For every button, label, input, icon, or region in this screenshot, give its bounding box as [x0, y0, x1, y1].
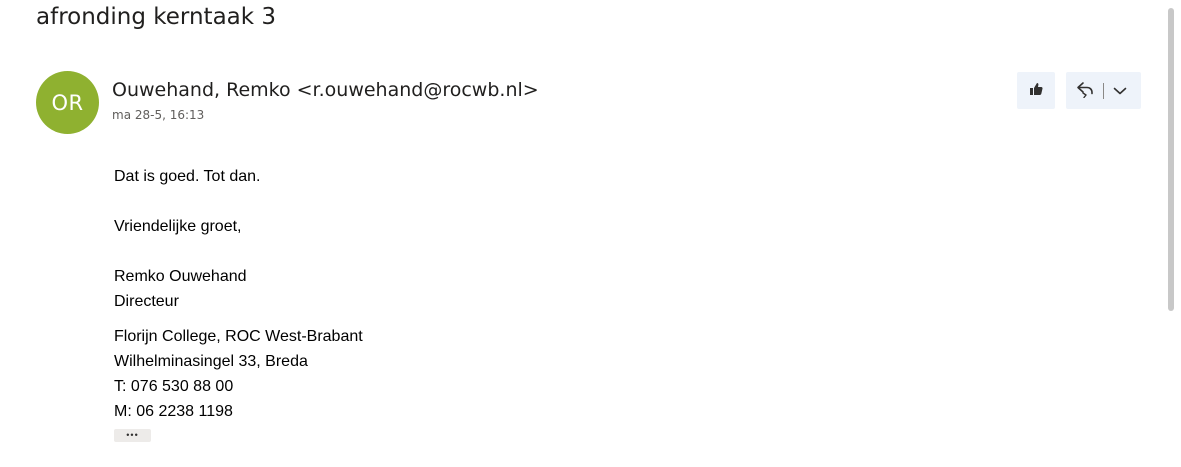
reply-all-button-group	[1066, 72, 1141, 109]
body-line: Dat is goed. Tot dan.	[114, 168, 261, 185]
avatar-initials: OR	[51, 90, 84, 115]
email-subject: afronding kerntaak 3	[36, 4, 277, 30]
email-reading-pane: afronding kerntaak 3 OR Ouwehand, Remko …	[0, 0, 1181, 467]
thumbs-up-icon	[1028, 81, 1044, 100]
like-button[interactable]	[1017, 72, 1055, 109]
scrollbar-thumb[interactable]	[1168, 8, 1174, 311]
signature-name: Remko Ouwehand	[114, 268, 247, 285]
message-timestamp: ma 28-5, 16:13	[112, 108, 205, 122]
chevron-down-icon[interactable]	[1113, 81, 1127, 100]
button-separator	[1103, 82, 1104, 99]
signature-phone: T: 076 530 88 00	[114, 378, 234, 395]
sender-name[interactable]: Ouwehand, Remko <r.ouwehand@rocwb.nl>	[112, 79, 539, 101]
reply-all-icon[interactable]	[1075, 80, 1095, 102]
signature-address: Wilhelminasingel 33, Breda	[114, 353, 308, 370]
show-more-button[interactable]: •••	[114, 429, 151, 442]
signature-organization: Florijn College, ROC West-Brabant	[114, 328, 363, 345]
signature-mobile: M: 06 2238 1198	[114, 403, 233, 420]
signature-title: Directeur	[114, 293, 179, 310]
more-dots-icon: •••	[126, 430, 139, 440]
body-greeting: Vriendelijke groet,	[114, 218, 242, 235]
sender-avatar[interactable]: OR	[36, 71, 99, 134]
